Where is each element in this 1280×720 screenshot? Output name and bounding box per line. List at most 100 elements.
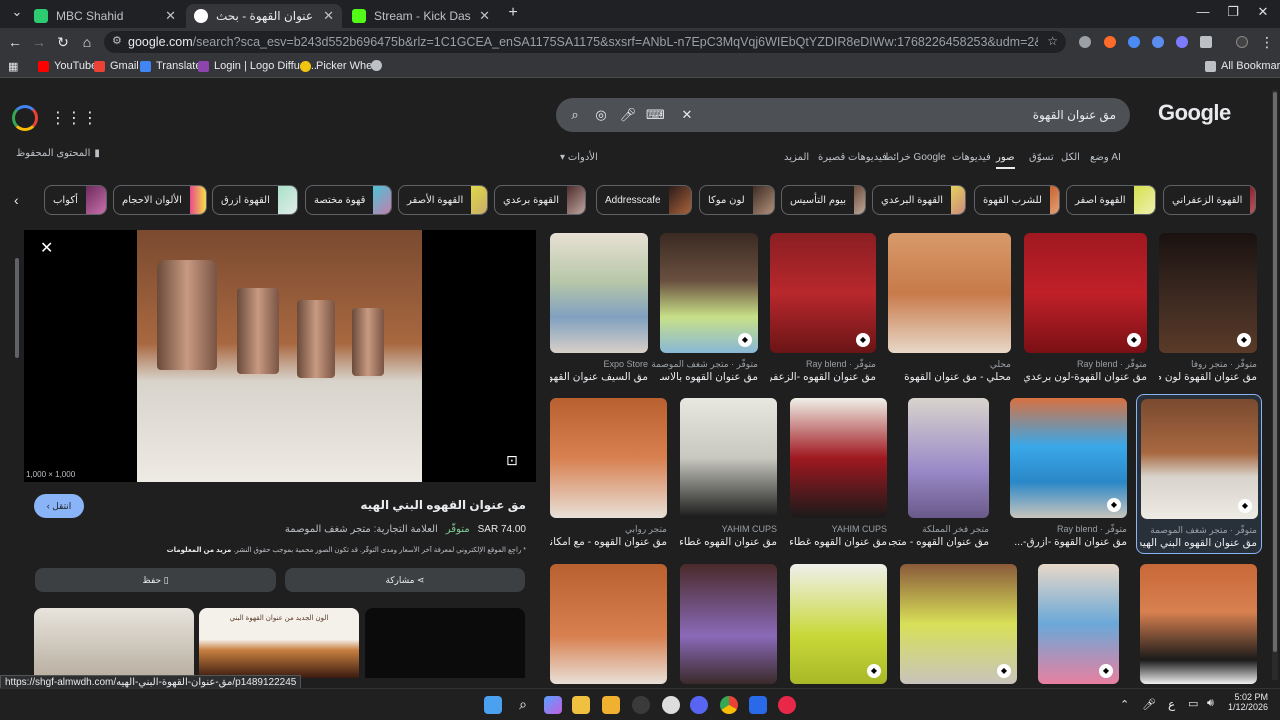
- chip[interactable]: القهوة برعدي: [494, 185, 586, 215]
- new-tab-button[interactable]: +: [498, 4, 528, 24]
- chip[interactable]: القهوة الأصفر: [398, 185, 488, 215]
- result-caption[interactable]: مق عنوان القهوه غطاء...: [680, 536, 777, 548]
- chip[interactable]: القهوة البرعدي: [872, 185, 966, 215]
- result-card[interactable]: Expo Store مق السيف عنوان القهو...: [550, 233, 648, 383]
- lens-search-icon[interactable]: ⊡: [506, 452, 518, 469]
- menu-icon[interactable]: ⋮: [1258, 33, 1276, 51]
- chip[interactable]: لون موكا: [699, 185, 775, 215]
- tab-images[interactable]: صور: [996, 152, 1015, 169]
- home-icon[interactable]: ⌂: [78, 33, 96, 51]
- keyboard-icon[interactable]: ⌨: [646, 106, 665, 124]
- related-image[interactable]: [365, 608, 525, 678]
- app-icon[interactable]: [749, 696, 767, 714]
- bookmark-picker-wheel[interactable]: Picker Wheel: [300, 60, 381, 72]
- result-card[interactable]: ◆: [790, 564, 887, 684]
- result-image[interactable]: [908, 398, 989, 518]
- result-image[interactable]: [680, 564, 777, 684]
- result-image[interactable]: [680, 398, 777, 518]
- brave-icon[interactable]: [1104, 36, 1116, 48]
- file-explorer-icon[interactable]: [602, 696, 620, 714]
- reload-icon[interactable]: ↻: [54, 33, 72, 51]
- tab-videos[interactable]: فيديوهات: [952, 152, 991, 163]
- result-card[interactable]: ◆: [1038, 564, 1119, 684]
- chip[interactable]: بيوم التأسيس: [781, 185, 866, 215]
- result-caption[interactable]: مق عنوان القهوه - مع امكانية...: [550, 536, 667, 548]
- address-bar[interactable]: ⚙ google.com/search?sca_esv=b243d552b696…: [104, 31, 1066, 53]
- page-scrollbar-thumb[interactable]: [1273, 92, 1277, 652]
- chrome-icon[interactable]: [720, 696, 738, 714]
- result-caption[interactable]: مق عنوان القهوه غطاء...: [790, 536, 887, 548]
- result-caption[interactable]: مق السيف عنوان القهو...: [550, 371, 648, 383]
- clock[interactable]: 5:02 PM 1/12/2026: [1228, 692, 1268, 712]
- media-player-icon[interactable]: [778, 696, 796, 714]
- chip[interactable]: Addresscafe: [596, 185, 692, 215]
- bookmark-gmail[interactable]: Gmail: [94, 60, 139, 72]
- result-card[interactable]: متجر روابي مق عنوان القهوه - مع امكانية.…: [550, 398, 667, 548]
- tab-short-videos[interactable]: فيديوهات قصيرة: [818, 152, 887, 163]
- result-image[interactable]: [550, 233, 648, 353]
- result-card[interactable]: ◆ متوفّر · Ray blend مق عنوان القهوة -از…: [1010, 398, 1127, 548]
- save-button[interactable]: حفظ ▯: [35, 568, 276, 592]
- forward-icon[interactable]: →: [30, 33, 48, 51]
- tray-chevron-icon[interactable]: ⌃: [1120, 698, 1129, 711]
- result-card[interactable]: ◆ متوفّر · Ray blend مق عنوان القهوة-لون…: [1024, 233, 1147, 383]
- result-card[interactable]: ◆ متوفّر · متجر روفا مق عنوان القهوة لون…: [1159, 233, 1257, 383]
- extension-icon[interactable]: [1128, 36, 1140, 48]
- tab-more[interactable]: المزيد: [784, 152, 809, 163]
- chip[interactable]: الألوان الاحجام: [113, 185, 207, 215]
- close-icon[interactable]: ✕: [479, 8, 490, 24]
- chip[interactable]: قهوة مختصة: [305, 185, 392, 215]
- result-caption[interactable]: مق عنوان القهوه البني الهيه -...: [1140, 537, 1257, 549]
- result-caption[interactable]: مق عنوان القهوه -الزعفرا...: [770, 371, 876, 383]
- bookmark-star-icon[interactable]: ☆: [1047, 34, 1058, 48]
- chip[interactable]: أكواب: [44, 185, 107, 215]
- extension-icon[interactable]: [1079, 36, 1091, 48]
- language-indicator[interactable]: ع: [1168, 697, 1175, 711]
- close-icon[interactable]: ✕: [40, 238, 53, 258]
- saved-content-link[interactable]: ▮ المحتوى المحفوظ: [16, 148, 100, 159]
- result-caption[interactable]: مق عنوان القهوة-لون برعدي: [1024, 371, 1147, 383]
- back-icon[interactable]: ←: [6, 33, 24, 51]
- result-caption[interactable]: مق عنوان القهوه - متجر...: [889, 536, 989, 548]
- more-info-link[interactable]: مزيد من المعلومات: [167, 547, 232, 554]
- result-image[interactable]: [1140, 564, 1257, 684]
- tab-ai-mode[interactable]: وضع AI: [1090, 152, 1121, 163]
- apps-grid-icon[interactable]: ▦: [8, 60, 18, 73]
- result-image[interactable]: [550, 564, 667, 684]
- lens-icon[interactable]: ◎: [592, 106, 610, 124]
- result-image[interactable]: [550, 398, 667, 518]
- discord-icon[interactable]: [690, 696, 708, 714]
- result-card[interactable]: ◆: [900, 564, 1017, 684]
- mic-icon[interactable]: 🎤︎: [619, 106, 637, 124]
- result-card[interactable]: YAHIM CUPS مق عنوان القهوه غطاء...: [680, 398, 777, 548]
- result-image[interactable]: [790, 398, 887, 518]
- share-button[interactable]: مشاركة ⋖: [285, 568, 525, 592]
- chip[interactable]: القهوة اصفر: [1066, 185, 1156, 215]
- search-icon[interactable]: ⌕: [514, 696, 532, 714]
- result-caption[interactable]: مق عنوان القهوة لون م...: [1159, 371, 1257, 383]
- result-card[interactable]: YAHIM CUPS مق عنوان القهوه غطاء...: [790, 398, 887, 548]
- chevron-left-icon[interactable]: ‹: [14, 192, 19, 208]
- bookmark-youtube[interactable]: YouTube: [38, 60, 97, 72]
- extension-icon[interactable]: [1152, 36, 1164, 48]
- result-card[interactable]: ◆ متوفّر · متجر شغف الموصمة مق عنوان الق…: [651, 233, 758, 383]
- result-card[interactable]: [680, 564, 777, 684]
- result-card[interactable]: متجر فخر المملكة مق عنوان القهوه - متجر.…: [889, 398, 989, 548]
- bookmark-translate[interactable]: Translate: [140, 60, 201, 72]
- preview-scrollbar[interactable]: [15, 258, 19, 358]
- account-avatar[interactable]: [12, 105, 38, 131]
- result-image[interactable]: [888, 233, 1011, 353]
- result-card[interactable]: [1140, 564, 1257, 684]
- google-apps-icon[interactable]: ⋮⋮⋮: [50, 108, 98, 128]
- window-close-button[interactable]: ✕: [1248, 4, 1278, 24]
- clear-icon[interactable]: ✕: [678, 106, 696, 124]
- network-icon[interactable]: ▭: [1188, 697, 1198, 710]
- tab-google-search[interactable]: مق عنوان القهوة - بحث Google ✕: [186, 4, 342, 28]
- tab-all[interactable]: الكل: [1061, 152, 1080, 163]
- tab-kick-dashboard[interactable]: Stream - Kick Dashboard ✕: [344, 4, 498, 28]
- minimize-button[interactable]: —: [1188, 4, 1218, 24]
- tab-maps[interactable]: خرائط Google: [884, 152, 946, 163]
- copilot-icon[interactable]: [544, 696, 562, 714]
- related-image[interactable]: [34, 608, 194, 678]
- bookmark-globe[interactable]: [371, 60, 387, 71]
